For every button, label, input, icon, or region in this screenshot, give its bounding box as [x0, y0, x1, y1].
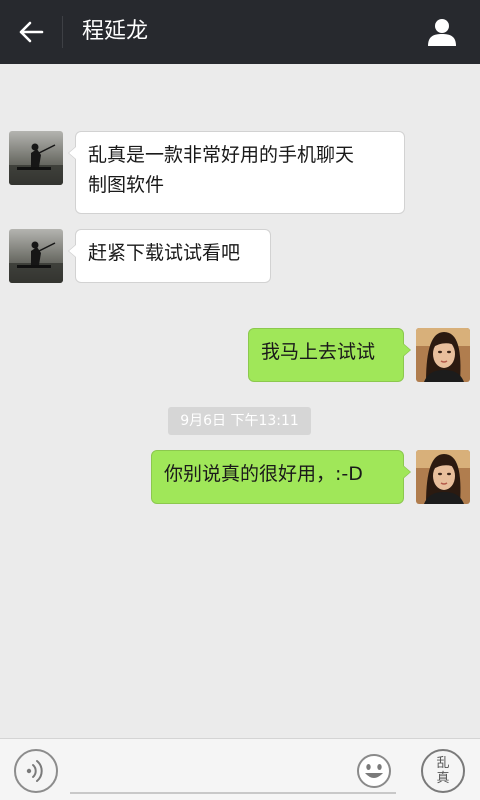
header-divider — [62, 16, 63, 48]
smiley-icon — [357, 754, 391, 788]
app-logo-button[interactable]: 乱 真 — [421, 749, 465, 793]
contact-avatar[interactable] — [9, 229, 63, 283]
message-bubble-sent: 你别说真的很好用，:-D — [151, 450, 411, 504]
message-text: 我马上去试试 — [261, 341, 376, 363]
my-avatar[interactable] — [416, 328, 470, 382]
message-text: 乱真是一款非常好用的手机聊天 — [88, 144, 355, 166]
user-icon — [428, 19, 456, 46]
input-bar: 乱 真 — [0, 738, 480, 800]
top-bar: 程延龙 — [0, 0, 480, 64]
message-text: 制图软件 — [88, 174, 165, 196]
emoji-button[interactable] — [356, 753, 392, 789]
logo-text: 乱 — [436, 756, 450, 771]
message-text: 你别说真的很好用，:-D — [164, 463, 363, 485]
contact-avatar[interactable] — [9, 131, 63, 185]
back-button[interactable] — [0, 0, 62, 64]
message-timestamp: 9月6日 下午13:11 — [168, 407, 311, 435]
my-avatar[interactable] — [416, 450, 470, 504]
message-bubble-sent: 我马上去试试 — [248, 328, 411, 382]
chat-title: 程延龙 — [82, 19, 149, 44]
message-text: 赶紧下载试试看吧 — [88, 242, 241, 264]
voice-icon — [26, 760, 43, 782]
arrow-left-icon — [19, 21, 44, 43]
message-bubble-received: 赶紧下载试试看吧 — [68, 229, 271, 283]
voice-toggle-button[interactable] — [14, 749, 58, 793]
logo-text: 真 — [436, 771, 450, 786]
message-bubble-received: 乱真是一款非常好用的手机聊天 制图软件 — [68, 131, 405, 214]
profile-button[interactable] — [420, 10, 464, 54]
message-input[interactable] — [70, 792, 396, 794]
